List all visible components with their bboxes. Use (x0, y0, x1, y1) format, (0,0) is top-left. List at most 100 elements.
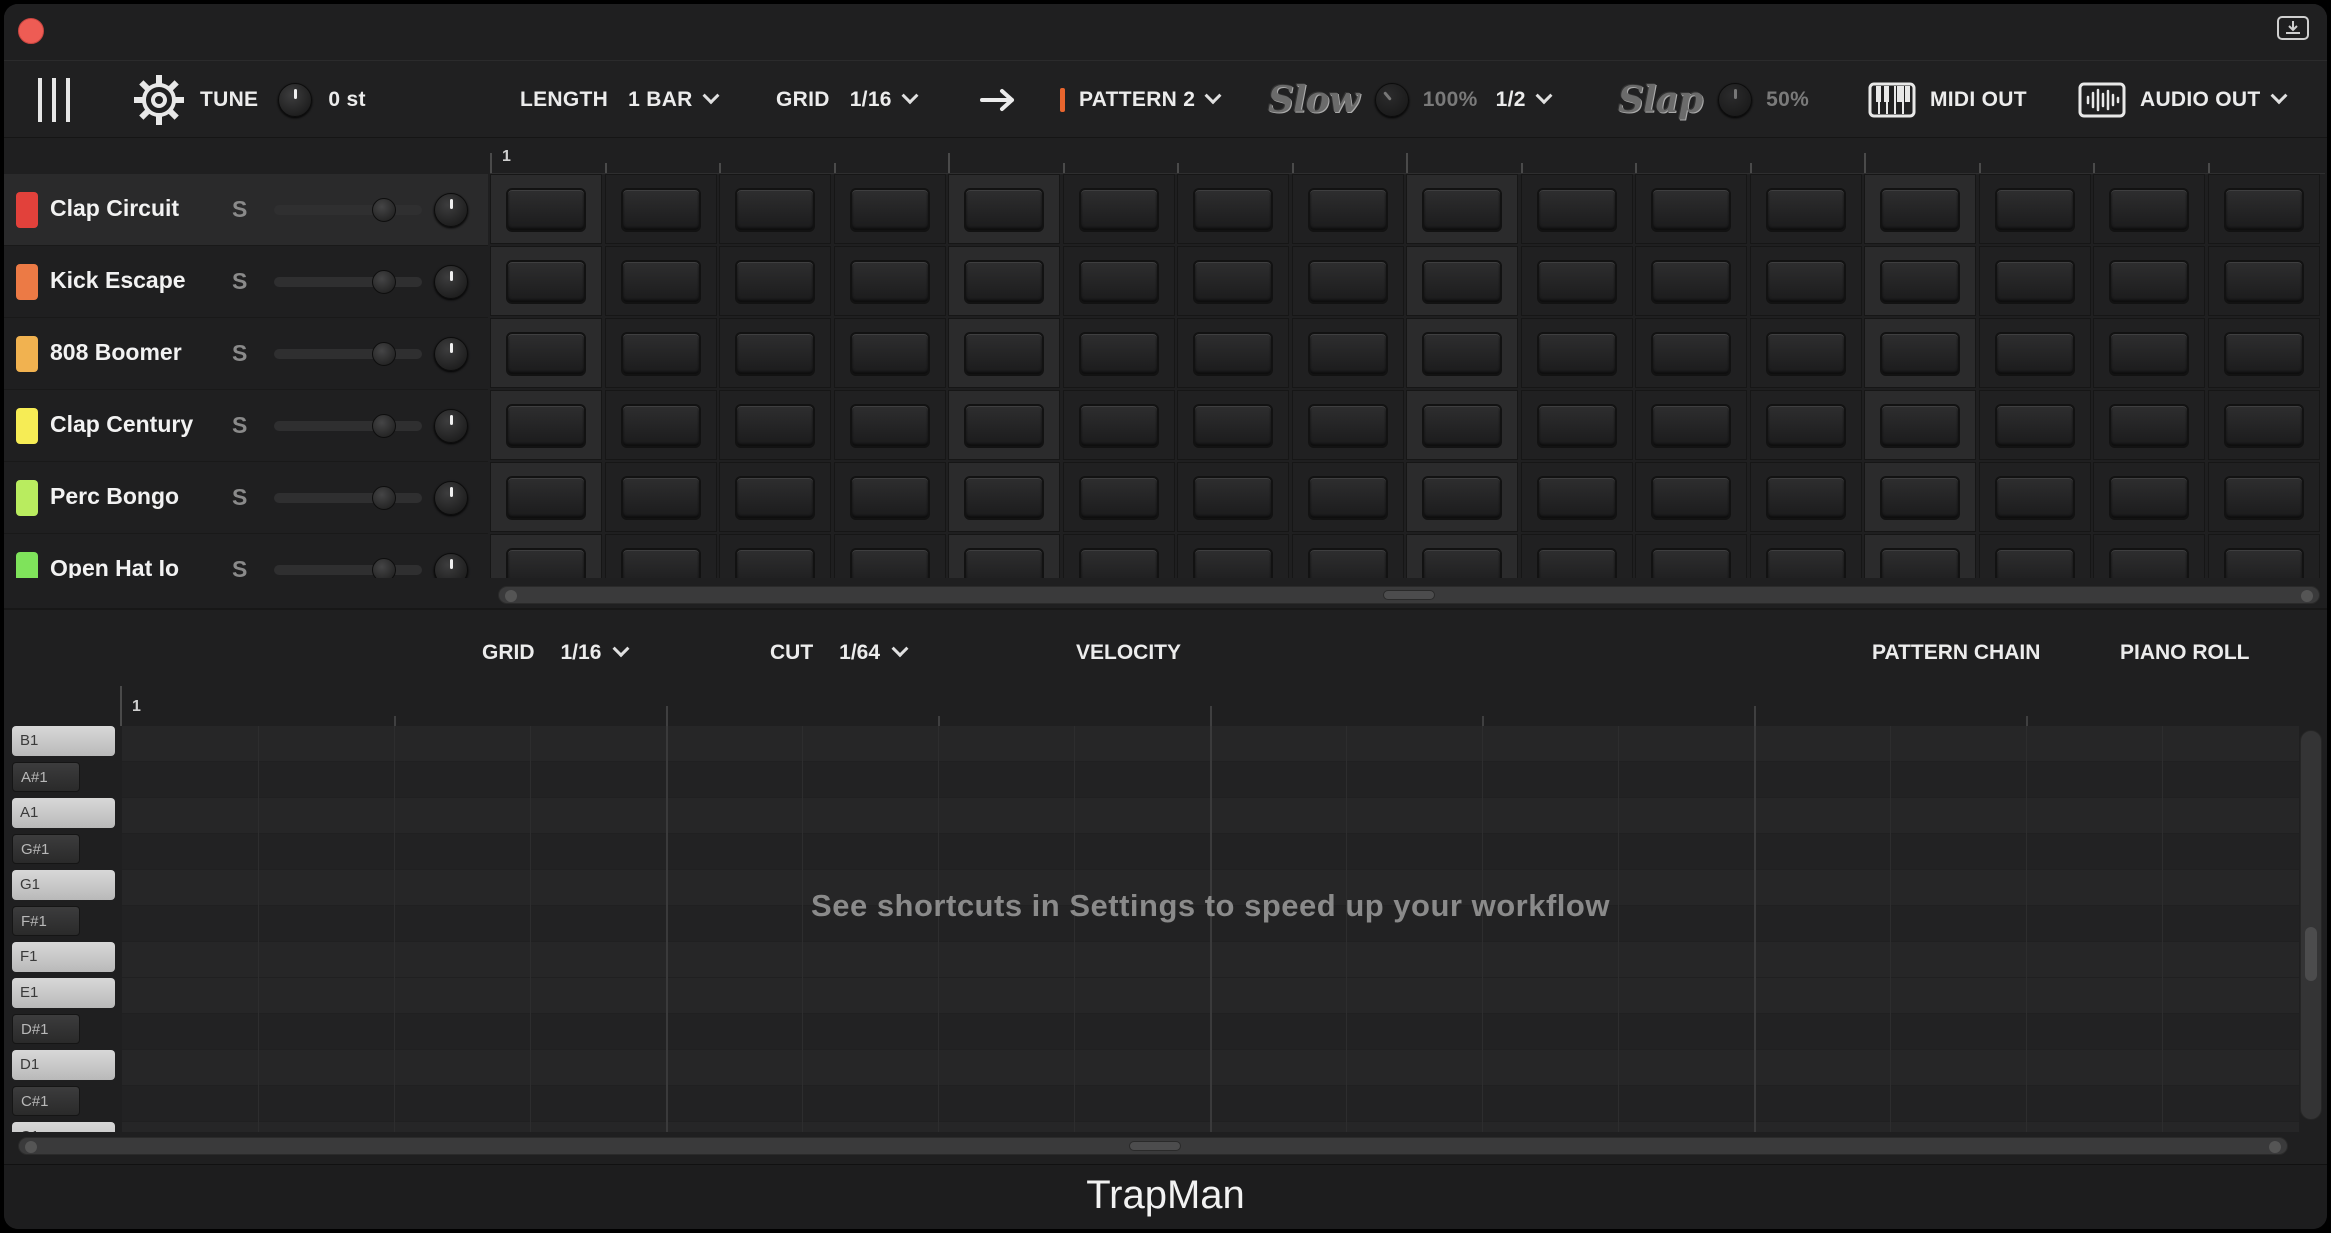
download-icon[interactable] (2277, 16, 2309, 40)
step-pad[interactable] (1766, 404, 1846, 448)
slider-thumb[interactable] (372, 198, 396, 222)
roll-horizontal-scrollbar[interactable] (18, 1137, 2288, 1155)
step-pad[interactable] (1766, 332, 1846, 376)
piano-key[interactable]: C1 (12, 1122, 115, 1132)
step-pad[interactable] (964, 548, 1044, 578)
step-pad[interactable] (735, 404, 815, 448)
velocity-tab[interactable]: VELOCITY (1076, 641, 1181, 665)
piano-key[interactable]: F#1 (12, 906, 80, 936)
track-color-swatch[interactable] (16, 192, 38, 228)
step-pad[interactable] (2224, 188, 2304, 232)
settings-gear-icon[interactable] (132, 61, 186, 139)
slider-thumb[interactable] (372, 414, 396, 438)
step-pad[interactable] (850, 332, 930, 376)
slow-rate-value[interactable]: 1/2 (1496, 88, 1526, 112)
track-volume-slider[interactable] (274, 342, 422, 366)
slider-thumb[interactable] (372, 486, 396, 510)
arrow-right-icon[interactable] (980, 61, 1016, 139)
step-pad[interactable] (1079, 332, 1159, 376)
solo-button[interactable]: S (232, 340, 247, 367)
slow-amount-knob[interactable] (1374, 83, 1409, 117)
track-pan-knob[interactable] (434, 553, 468, 578)
track-pan-knob[interactable] (434, 193, 468, 227)
track-row[interactable]: Clap Circuit S (4, 174, 488, 246)
pattern-dropdown[interactable]: PATTERN 2 (1060, 61, 1222, 139)
step-pad[interactable] (1079, 548, 1159, 578)
step-pad[interactable] (621, 476, 701, 520)
step-pad[interactable] (1308, 260, 1388, 304)
step-pad[interactable] (506, 404, 586, 448)
roll-vertical-scrollbar[interactable] (2300, 730, 2322, 1120)
step-pad[interactable] (506, 188, 586, 232)
piano-key[interactable]: D#1 (12, 1014, 80, 1044)
step-pad[interactable] (964, 476, 1044, 520)
step-pad[interactable] (850, 188, 930, 232)
step-pad[interactable] (850, 476, 930, 520)
step-pad[interactable] (506, 476, 586, 520)
step-pad[interactable] (1308, 476, 1388, 520)
step-pad[interactable] (2109, 548, 2189, 578)
step-pad[interactable] (1651, 404, 1731, 448)
track-volume-slider[interactable] (274, 198, 422, 222)
track-color-swatch[interactable] (16, 552, 38, 578)
track-pan-knob[interactable] (434, 409, 468, 443)
track-row[interactable]: Clap Century S (4, 390, 488, 462)
step-pad[interactable] (506, 260, 586, 304)
step-pad[interactable] (621, 332, 701, 376)
step-pad[interactable] (621, 188, 701, 232)
piano-key[interactable]: G1 (12, 870, 115, 900)
step-pad[interactable] (2224, 332, 2304, 376)
step-pad[interactable] (506, 548, 586, 578)
step-pad[interactable] (1995, 332, 2075, 376)
step-pad[interactable] (621, 548, 701, 578)
roll-grid-dropdown[interactable]: GRID 1/16 (482, 640, 630, 665)
step-pad[interactable] (1537, 476, 1617, 520)
step-pad[interactable] (2224, 404, 2304, 448)
tune-knob[interactable] (278, 83, 313, 117)
pattern-chain-tab[interactable]: PATTERN CHAIN (1872, 641, 2040, 665)
step-pad[interactable] (1766, 476, 1846, 520)
step-grid-scrollbar[interactable] (498, 586, 2320, 604)
track-pan-knob[interactable] (434, 481, 468, 515)
step-pad[interactable] (1880, 260, 1960, 304)
step-pad[interactable] (506, 332, 586, 376)
step-pad[interactable] (1766, 260, 1846, 304)
track-volume-slider[interactable] (274, 486, 422, 510)
track-volume-slider[interactable] (274, 414, 422, 438)
step-pad[interactable] (1995, 476, 2075, 520)
menu-icon[interactable] (34, 61, 74, 139)
cut-dropdown[interactable]: CUT 1/64 (770, 640, 909, 665)
length-dropdown[interactable]: LENGTH 1 BAR (520, 61, 720, 139)
piano-key[interactable]: B1 (12, 726, 115, 756)
track-volume-slider[interactable] (274, 558, 422, 578)
track-color-swatch[interactable] (16, 336, 38, 372)
step-pad[interactable] (2224, 548, 2304, 578)
step-pad[interactable] (1537, 404, 1617, 448)
piano-key[interactable]: C#1 (12, 1086, 80, 1116)
track-row[interactable]: Open Hat Io S (4, 534, 488, 578)
step-pad[interactable] (621, 260, 701, 304)
step-pad[interactable] (1308, 332, 1388, 376)
scrollbar-grip[interactable] (2305, 927, 2317, 981)
step-pad[interactable] (735, 548, 815, 578)
step-pad[interactable] (1422, 476, 1502, 520)
slider-thumb[interactable] (372, 342, 396, 366)
step-pad[interactable] (964, 404, 1044, 448)
step-pad[interactable] (1193, 404, 1273, 448)
piano-key[interactable]: G#1 (12, 834, 80, 864)
step-pad[interactable] (1193, 548, 1273, 578)
step-pad[interactable] (2109, 188, 2189, 232)
step-pad[interactable] (1651, 188, 1731, 232)
step-pad[interactable] (1995, 260, 2075, 304)
step-pad[interactable] (1308, 548, 1388, 578)
step-pad[interactable] (1766, 548, 1846, 578)
slap-logo[interactable]: Slap (1618, 79, 1703, 121)
track-row[interactable]: Perc Bongo S (4, 462, 488, 534)
step-pad[interactable] (1537, 548, 1617, 578)
step-pad[interactable] (1995, 404, 2075, 448)
slider-thumb[interactable] (372, 558, 396, 578)
piano-key[interactable]: F1 (12, 942, 115, 972)
step-pad[interactable] (1079, 404, 1159, 448)
track-row[interactable]: 808 Boomer S (4, 318, 488, 390)
step-pad[interactable] (964, 332, 1044, 376)
